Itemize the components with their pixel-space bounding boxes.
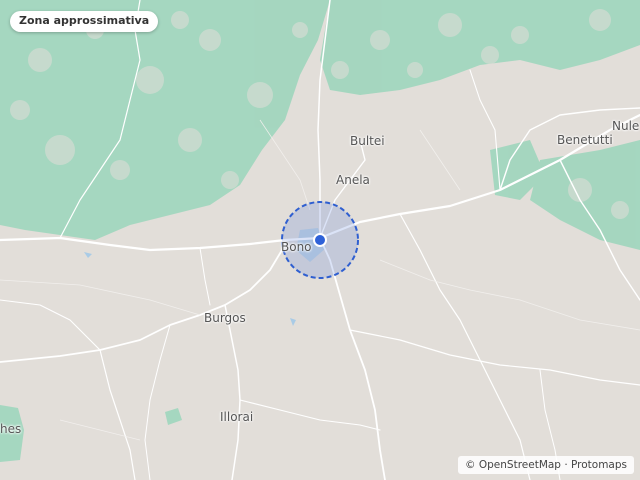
place-label-illorai: Illorai — [220, 410, 254, 424]
approximate-zone-badge: Zona approssimativa — [10, 11, 159, 32]
place-label-bono: Bono — [281, 240, 312, 254]
place-label-anela: Anela — [336, 173, 370, 187]
location-dot — [313, 233, 327, 247]
map-view[interactable]: Bultei Anela Benetutti Nule Bono Burgos … — [0, 0, 640, 480]
location-overlay — [281, 201, 359, 279]
place-label-nule: Nule — [612, 119, 640, 133]
place-label-edge: hes — [0, 422, 22, 436]
map-attribution[interactable]: © OpenStreetMap · Protomaps — [458, 456, 634, 474]
place-label-bultei: Bultei — [350, 134, 385, 148]
place-label-benetutti: Benetutti — [557, 133, 613, 147]
place-label-burgos: Burgos — [204, 311, 246, 325]
